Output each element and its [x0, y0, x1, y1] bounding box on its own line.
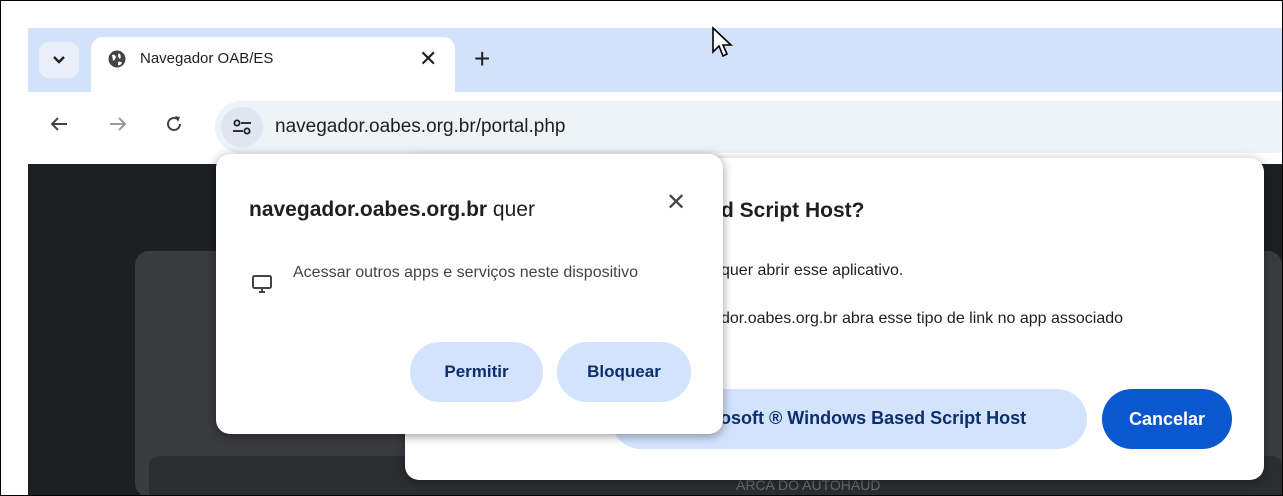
monitor-icon: [252, 275, 272, 293]
globe-icon: [108, 50, 126, 68]
tab-close-icon[interactable]: ✕: [419, 46, 437, 72]
dialog-title: d Script Host?: [721, 199, 865, 222]
cancel-button[interactable]: Cancelar: [1102, 389, 1232, 449]
dialog-message: quer abrir esse aplicativo.: [721, 262, 904, 279]
allow-button[interactable]: Permitir: [410, 342, 543, 402]
popup-title: navegador.oabes.org.br quer: [249, 198, 535, 222]
chevron-down-icon: [53, 56, 65, 64]
forward-button[interactable]: [108, 114, 128, 140]
site-info-button[interactable]: [221, 107, 263, 147]
popup-close-icon[interactable]: ✕: [666, 189, 686, 217]
browser-window: Navegador OAB/ES ✕ + navegador.oabes.org…: [0, 0, 1283, 496]
popup-description: Acessar outros apps e serviços neste dis…: [293, 264, 639, 281]
open-app-button-label: rosoft ® Windows Based Script Host: [713, 408, 1027, 428]
popup-title-suffix: quer: [487, 198, 535, 221]
tab-title: Navegador OAB/ES: [140, 50, 274, 67]
reload-icon: [167, 116, 181, 131]
popup-title-domain: navegador.oabes.org.br: [249, 198, 488, 221]
arrow-right-icon: [110, 117, 127, 131]
arrow-left-icon: [50, 117, 67, 131]
url-text[interactable]: navegador.oabes.org.br/portal.php: [275, 116, 566, 138]
reload-button[interactable]: [164, 114, 184, 140]
new-tab-button[interactable]: +: [474, 43, 490, 75]
back-button[interactable]: [49, 114, 69, 140]
mouse-cursor-icon: [712, 26, 733, 58]
block-button[interactable]: Bloquear: [557, 342, 691, 402]
dialog-checkbox-label: dor.oabes.org.br abra esse tipo de link …: [721, 310, 1124, 327]
tune-icon: [233, 119, 251, 135]
tab-search-button[interactable]: [39, 42, 79, 78]
